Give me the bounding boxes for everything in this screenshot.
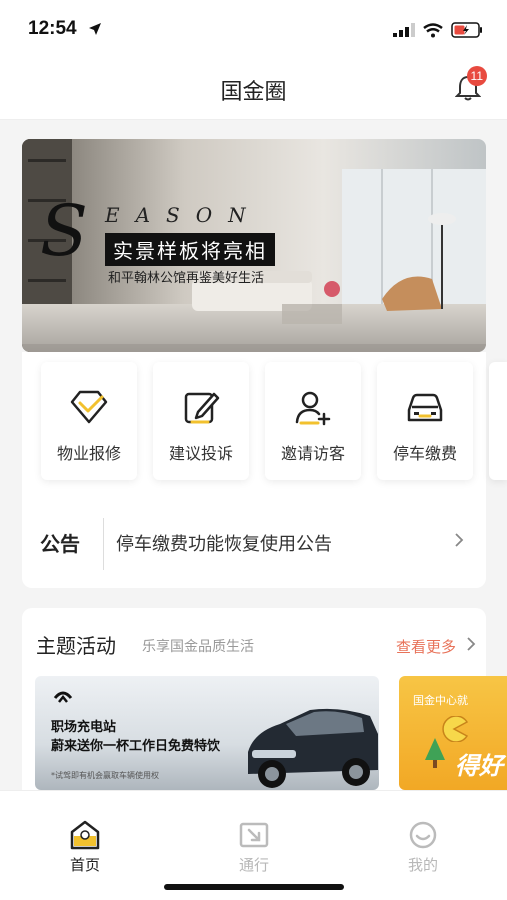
- tree-icon: [425, 738, 445, 768]
- activity-card-line2: 蔚来送你一杯工作日免费特饮: [51, 739, 221, 754]
- quick-action-label: 停车缴费: [392, 444, 457, 463]
- quick-action-parking-payment[interactable]: 停车缴费: [377, 362, 473, 480]
- quick-action-invite-visitor[interactable]: 邀请访客: [265, 362, 361, 480]
- signal-icon: [393, 23, 415, 37]
- tab-access[interactable]: 通行: [214, 820, 294, 875]
- activity-card-footnote: *试驾即有机会赢取车辆使用权: [51, 771, 159, 780]
- notice-text: 停车缴费功能恢复使用公告: [116, 534, 332, 555]
- battery-icon: [451, 22, 482, 38]
- tab-profile-label: 我的: [407, 856, 438, 874]
- tab-access-label: 通行: [238, 856, 269, 874]
- notice-divider: [103, 518, 104, 570]
- nav-bar: 国金圈: [0, 60, 507, 120]
- activity-card-header: 国金中心就: [413, 694, 468, 707]
- tab-home[interactable]: 首页: [45, 820, 125, 875]
- quick-action-repair[interactable]: 物业报修: [41, 362, 137, 480]
- add-user-icon: [295, 391, 331, 426]
- quick-action-more-peek[interactable]: [489, 362, 507, 480]
- activities-title: 主题活动: [36, 634, 116, 658]
- home-indicator[interactable]: [164, 884, 344, 890]
- quick-action-label: 建议投诉: [168, 444, 233, 463]
- suv-image: [248, 708, 378, 788]
- banner-brand-initial: S: [40, 190, 88, 272]
- status-icons: [393, 22, 483, 38]
- activity-card-big-text: 得好: [455, 752, 503, 780]
- home-icon: [70, 820, 100, 850]
- notice-tag: 公告: [40, 532, 80, 556]
- edit-icon: [184, 392, 220, 424]
- quick-action-label: 邀请访客: [280, 444, 345, 463]
- wifi-icon: [423, 22, 443, 37]
- activity-card-nio[interactable]: 职场充电站 蔚来送你一杯工作日免费特饮 *试驾即有机会赢取车辆使用权: [35, 676, 379, 790]
- banner-subline: 和平翰林公馆再鉴美好生活: [108, 271, 265, 286]
- nio-logo-icon: [53, 691, 73, 703]
- chevron-right-icon: [467, 637, 476, 651]
- chevron-right-icon: [455, 533, 464, 547]
- car-icon: [407, 393, 443, 422]
- view-more-link[interactable]: 查看更多: [396, 636, 456, 657]
- activities-subtitle: 乐享国金品质生活: [142, 639, 254, 655]
- access-icon: [239, 822, 269, 848]
- page-title: 国金圈: [220, 80, 287, 105]
- banner-brand-word: EASON: [105, 203, 262, 227]
- profile-icon: [409, 821, 437, 849]
- diamond-check-icon: [70, 390, 108, 424]
- tab-profile[interactable]: 我的: [383, 820, 463, 875]
- status-bar: 12:54: [0, 0, 507, 60]
- location-arrow-icon: [89, 23, 101, 35]
- quick-action-label: 物业报修: [56, 444, 121, 463]
- tab-home-label: 首页: [69, 856, 100, 874]
- notification-badge: 11: [466, 66, 487, 86]
- banner-headline: 实景样板将亮相: [105, 233, 275, 266]
- activity-card-center[interactable]: 国金中心就 得好: [399, 676, 507, 790]
- activity-card-line1: 职场充电站: [51, 720, 117, 735]
- status-time: 12:54: [28, 18, 77, 39]
- notice-bar[interactable]: 公告 停车缴费功能恢复使用公告: [40, 510, 470, 570]
- quick-action-complaint[interactable]: 建议投诉: [153, 362, 249, 480]
